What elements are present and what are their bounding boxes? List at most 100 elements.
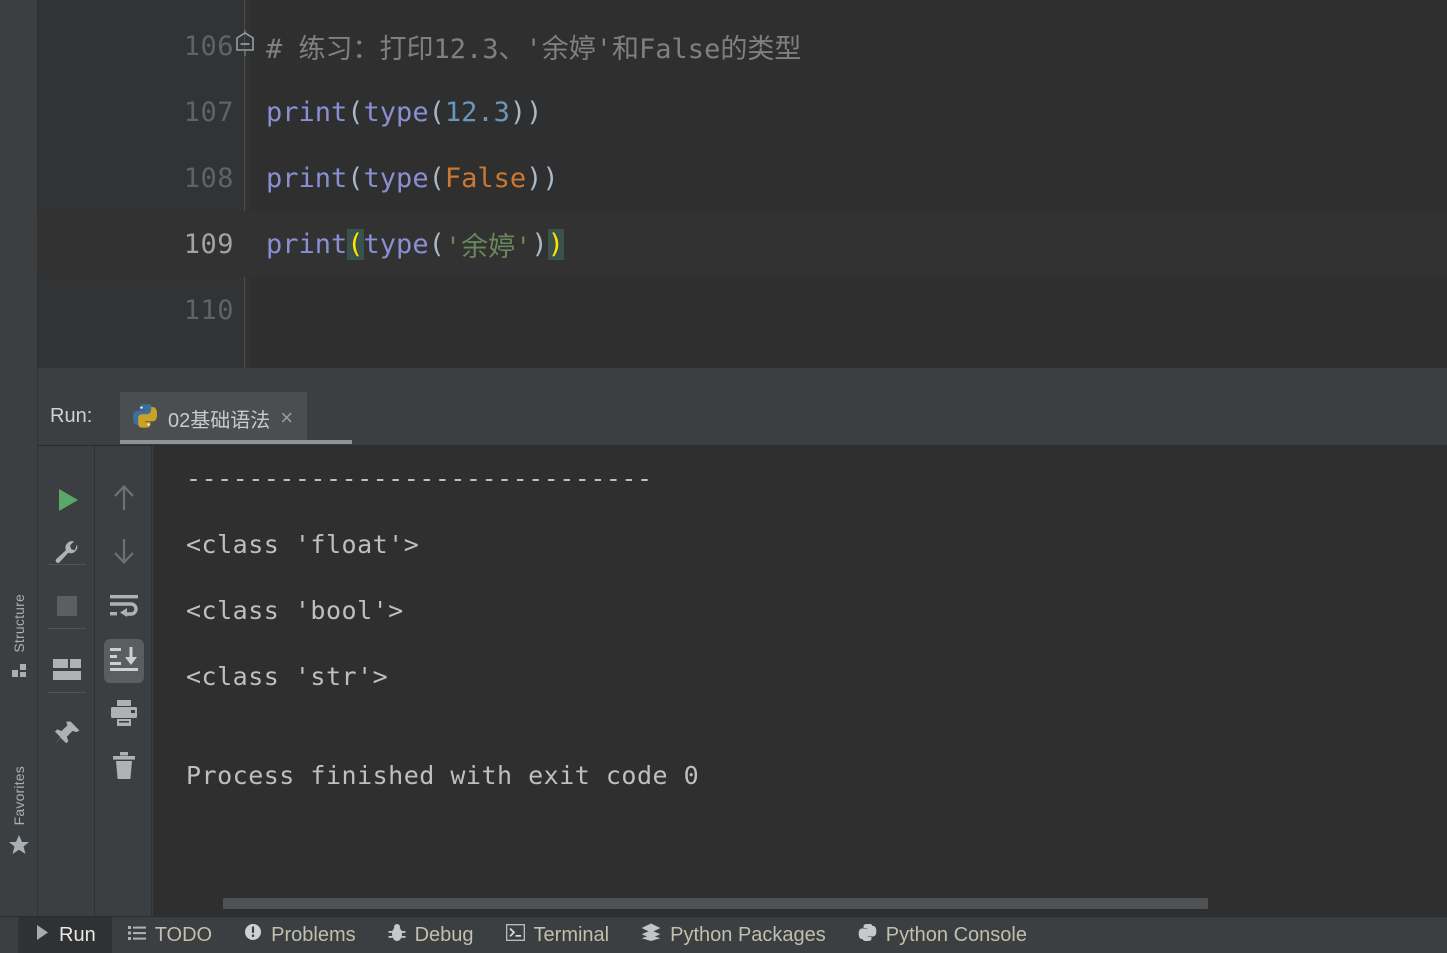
comment-token: # 练习：打印12.3、'余婷'和False的类型 <box>266 33 802 65</box>
token-paren: )) <box>509 96 543 128</box>
status-bar-item-run-label: Run <box>59 923 96 946</box>
status-bar-item-python-console[interactable]: Python Console <box>842 917 1043 953</box>
print-button[interactable] <box>95 689 152 742</box>
token-paren: ( <box>347 162 364 194</box>
status-bar-item-python-packages-label: Python Packages <box>670 923 826 946</box>
line-number-106: 106 <box>183 30 234 62</box>
toolbar-separator-3 <box>48 692 86 693</box>
token-match: ( <box>347 228 364 260</box>
bug-icon <box>388 923 406 948</box>
editor-line-108[interactable]: 108 print(type(False)) <box>38 145 1447 211</box>
token-fn: print <box>266 96 348 128</box>
console-horizontal-scrollbar[interactable] <box>153 890 1447 916</box>
status-bar-item-problems-label: Problems <box>271 923 356 946</box>
scroll-to-end-button[interactable] <box>95 635 152 688</box>
console-line-4: <class 'bool'> <box>186 596 404 625</box>
token-paren: ( <box>428 228 445 260</box>
status-bar-item-todo[interactable]: TODO <box>112 917 228 953</box>
star-icon <box>8 834 30 860</box>
toolbar-separator <box>48 564 86 565</box>
clear-all-button[interactable] <box>95 742 152 795</box>
run-tool-window: Run: 02基础语法 × --------------------------… <box>38 390 1447 916</box>
run-window-body: ------------------------------ <class 'fl… <box>38 446 1447 916</box>
packages-icon <box>641 923 661 947</box>
close-icon[interactable]: × <box>280 407 293 429</box>
status-bar-left-gap <box>0 935 18 936</box>
editor-line-110[interactable]: 110 <box>38 277 1447 343</box>
token-fn: print <box>266 228 348 260</box>
down-the-stack-trace-button[interactable] <box>95 527 152 580</box>
token-paren: ( <box>347 96 364 128</box>
status-bar-item-terminal[interactable]: Terminal <box>490 917 626 953</box>
modify-run-configuration-button[interactable] <box>38 529 95 582</box>
line-code-107: print(type(12.3)) <box>266 79 542 145</box>
line-number-110: 110 <box>183 294 234 326</box>
status-bar-item-run[interactable]: Run <box>18 916 112 953</box>
token-paren: ( <box>428 96 445 128</box>
python-icon <box>132 403 158 434</box>
code-editor[interactable]: 106 # 练习：打印12.3、'余婷'和False的类型 107 print(typ… <box>38 0 1447 368</box>
rerun-button[interactable] <box>38 476 95 529</box>
fold-collapse-icon[interactable] <box>234 30 256 56</box>
sidebar-item-favorites[interactable]: Favorites <box>0 762 38 860</box>
run-window-title: Run: <box>50 405 93 427</box>
token-match: ) <box>547 228 564 260</box>
bottom-status-bar: Run TODO Problems Debug Terminal Python … <box>0 916 1447 953</box>
token-builtin: type <box>363 162 429 194</box>
left-tool-stripe: Structure Favorites <box>0 0 38 916</box>
status-bar-item-todo-label: TODO <box>154 923 213 946</box>
up-the-stack-trace-button[interactable] <box>95 474 152 527</box>
console-line-9: Process finished with exit code 0 <box>186 761 700 790</box>
python-icon <box>858 923 877 948</box>
token-paren: ( <box>428 162 445 194</box>
line-code-109: print(type('余婷')) <box>266 211 564 277</box>
line-code-106: # 练习：打印12.3、'余婷'和False的类型 <box>266 13 801 79</box>
run-console-output[interactable]: ------------------------------ <class 'fl… <box>153 446 1447 916</box>
status-bar-item-problems[interactable]: Problems <box>228 917 371 953</box>
console-line-2: <class 'float'> <box>186 530 420 559</box>
run-toolbar-secondary <box>95 446 152 916</box>
line-number-109: 109 <box>183 228 234 260</box>
token-str: '余婷' <box>444 231 532 263</box>
token-paren: )) <box>526 162 559 194</box>
structure-icon <box>11 662 28 684</box>
token-fn: print <box>266 162 348 194</box>
status-bar-item-python-console-label: Python Console <box>885 923 1027 946</box>
token-builtin: type <box>363 96 429 128</box>
line-number-108: 108 <box>183 162 234 194</box>
status-bar-item-terminal-label: Terminal <box>533 923 610 946</box>
run-tab-02基础语法[interactable]: 02基础语法 × <box>120 392 308 444</box>
sidebar-item-structure[interactable]: Structure <box>0 590 38 684</box>
editor-line-107[interactable]: 107 print(type(12.3)) <box>38 79 1447 145</box>
token-kw: False <box>444 162 527 194</box>
arrow-down-icon <box>111 536 137 571</box>
console-scrollbar-thumb[interactable] <box>223 898 1208 909</box>
play-icon <box>53 486 81 519</box>
run-toolbar-primary <box>38 446 95 916</box>
status-bar-item-debug[interactable]: Debug <box>372 917 490 953</box>
line-code-108: print(type(False)) <box>266 145 559 211</box>
pin-tab-button[interactable] <box>38 710 95 763</box>
printer-icon <box>109 699 139 732</box>
layout-icon <box>52 658 82 687</box>
status-bar-item-debug-label: Debug <box>414 923 474 946</box>
stop-icon <box>54 593 80 624</box>
wrench-icon <box>53 539 81 572</box>
todo-list-icon <box>127 924 146 947</box>
run-tab-active-indicator <box>120 440 352 444</box>
console-line-0: ------------------------------ <box>186 464 653 493</box>
soft-wrap-icon <box>108 592 140 625</box>
run-window-header: Run: 02基础语法 × <box>38 390 1447 446</box>
token-builtin: type <box>363 228 429 260</box>
soft-wrap-button[interactable] <box>95 582 152 635</box>
sidebar-item-structure-label: Structure <box>11 594 27 653</box>
console-line-6: <class 'str'> <box>186 662 389 691</box>
arrow-up-icon <box>111 483 137 518</box>
problems-icon <box>244 923 262 947</box>
terminal-icon <box>505 923 525 947</box>
status-bar-item-python-packages[interactable]: Python Packages <box>625 917 842 953</box>
pin-icon <box>52 719 82 754</box>
toolbar-separator-2 <box>48 628 86 629</box>
run-tab-label: 02基础语法 <box>168 409 271 432</box>
editor-line-109[interactable]: 109 print(type('余婷')) <box>38 211 1447 277</box>
